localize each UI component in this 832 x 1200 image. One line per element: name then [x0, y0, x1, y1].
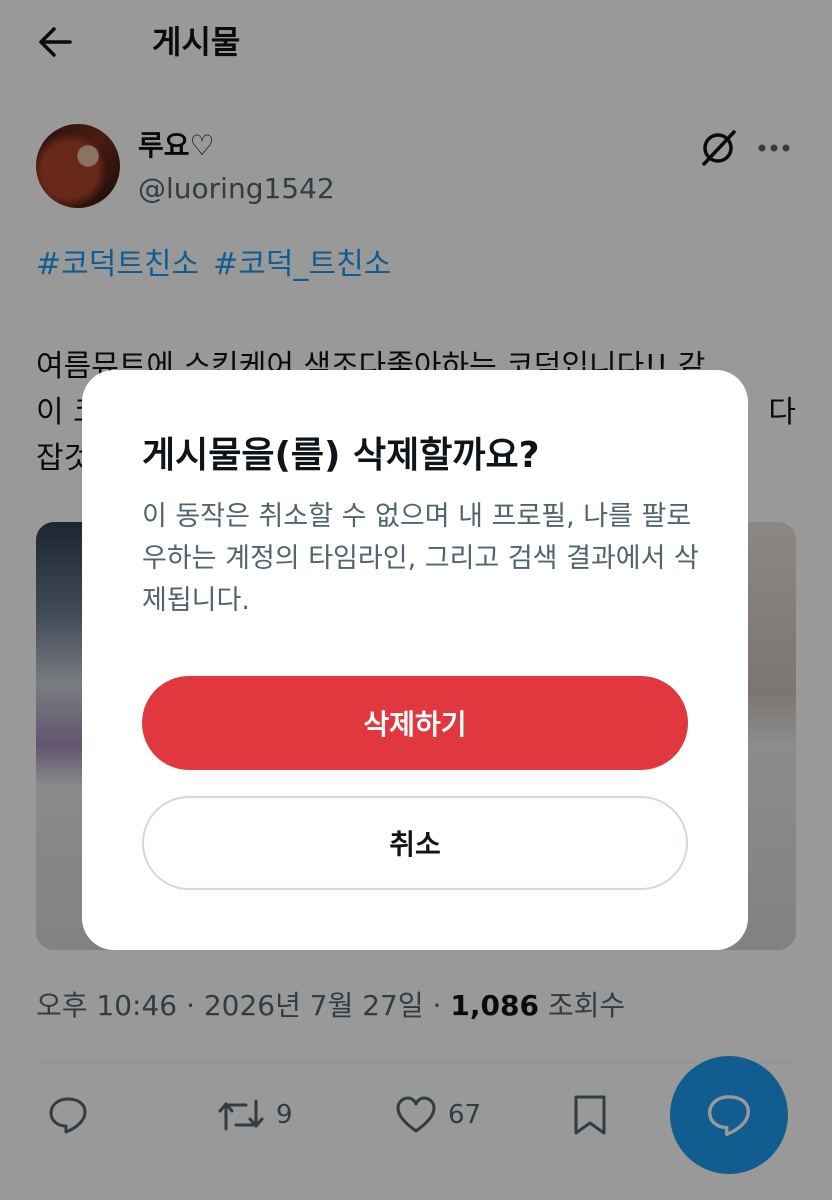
dialog-message: 이 동작은 취소할 수 없으며 내 프로필, 나를 팔로우하는 계정의 타임라인…: [142, 501, 699, 616]
delete-confirm-dialog: 게시물을(를) 삭제할까요? 이 동작은 취소할 수 없으며 내 프로필, 나를…: [82, 370, 748, 950]
dialog-title: 게시물을(를) 삭제할까요?: [142, 435, 540, 476]
delete-button[interactable]: 삭제하기: [142, 676, 688, 770]
cancel-button[interactable]: 취소: [142, 796, 688, 890]
